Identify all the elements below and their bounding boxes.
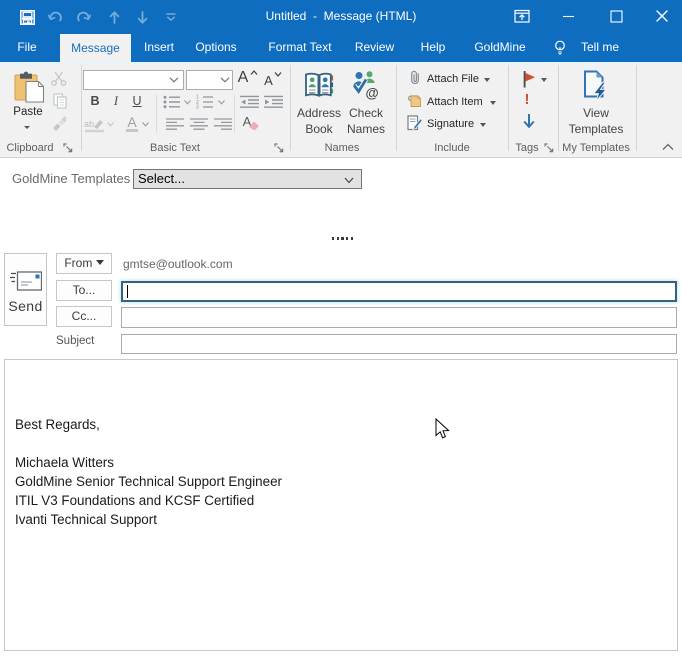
svg-text:@: @ (366, 86, 379, 101)
svg-text:ab: ab (84, 119, 94, 129)
svg-text:3: 3 (196, 105, 199, 109)
